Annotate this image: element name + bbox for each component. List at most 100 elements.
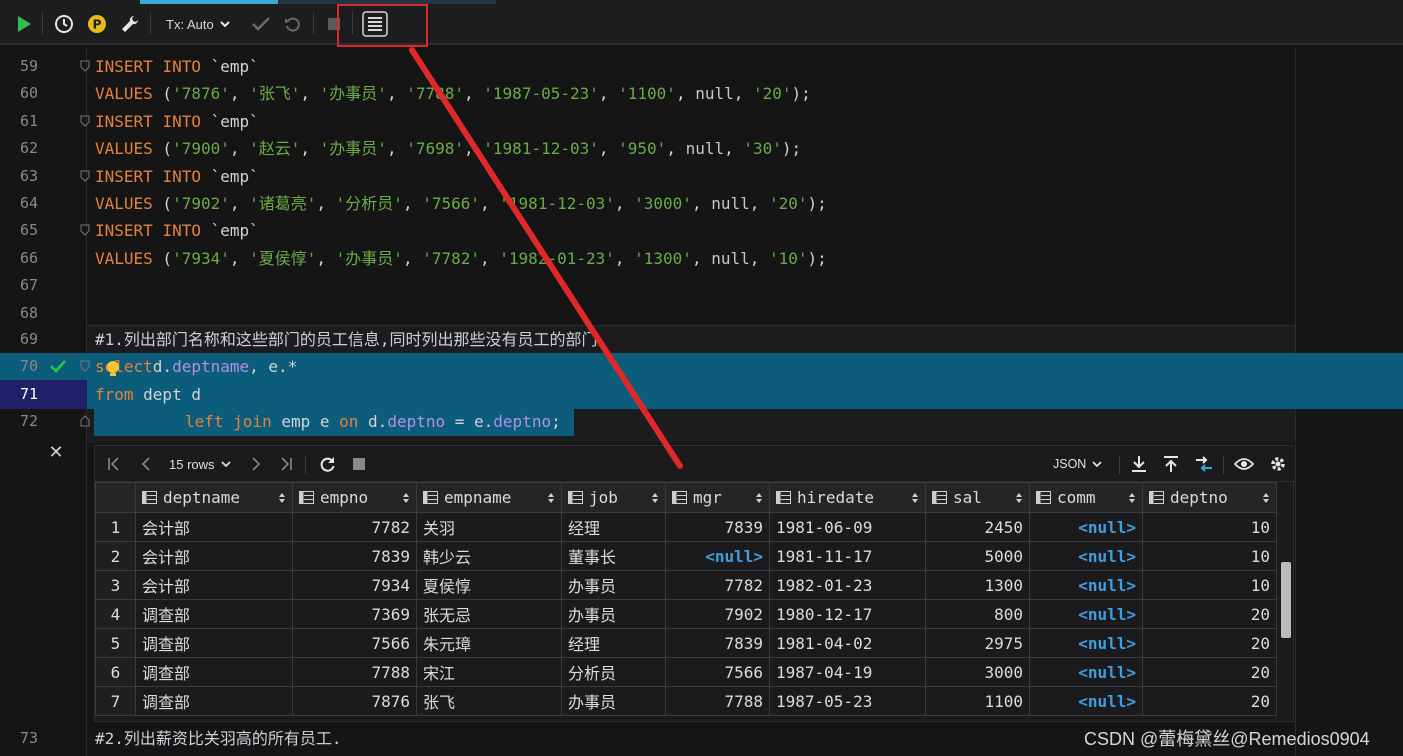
cell-hiredate[interactable]: 1987-04-19 bbox=[769, 657, 926, 687]
table-row[interactable]: 4 调查部 7369 张无忌 办事员 7902 1980-12-17 800 <null> 20 bbox=[95, 599, 1277, 629]
cell-mgr[interactable]: 7839 bbox=[665, 628, 770, 658]
cell-job[interactable]: 办事员 bbox=[561, 599, 666, 629]
fold-icon[interactable] bbox=[80, 224, 90, 237]
cell-comm[interactable]: <null> bbox=[1029, 657, 1143, 687]
table-row[interactable]: 1 会计部 7782 关羽 经理 7839 1981-06-09 2450 <null> 10 bbox=[95, 512, 1277, 542]
cell-deptname[interactable]: 调查部 bbox=[135, 657, 293, 687]
settings-button[interactable] bbox=[119, 10, 141, 38]
export-format-dropdown[interactable]: JSON bbox=[1053, 454, 1102, 474]
import-button[interactable] bbox=[1161, 454, 1181, 474]
transaction-mode-dropdown[interactable]: Tx: Auto bbox=[166, 12, 230, 36]
cell-mgr[interactable]: <null> bbox=[665, 541, 770, 571]
cell-job[interactable]: 经理 bbox=[561, 628, 666, 658]
cell-empname[interactable]: 张飞 bbox=[416, 686, 562, 716]
cell-mgr[interactable]: 7566 bbox=[665, 657, 770, 687]
cell-sal[interactable]: 1300 bbox=[925, 570, 1030, 600]
table-row[interactable]: 2 会计部 7839 韩少云 董事长 <null> 1981-11-17 5000 <null>… bbox=[95, 541, 1277, 571]
cell-deptno[interactable]: 10 bbox=[1142, 541, 1277, 571]
fold-icon[interactable] bbox=[80, 170, 90, 182]
sort-icon[interactable] bbox=[755, 492, 763, 504]
column-header-deptno[interactable]: deptno bbox=[1142, 482, 1277, 513]
cell-comm[interactable]: <null> bbox=[1029, 599, 1143, 629]
cell-hiredate[interactable]: 1980-12-17 bbox=[769, 599, 926, 629]
cell-job[interactable]: 办事员 bbox=[561, 686, 666, 716]
cell-empname[interactable]: 夏侯惇 bbox=[416, 570, 562, 600]
sort-icon[interactable] bbox=[402, 492, 410, 504]
cell-mgr[interactable]: 7839 bbox=[665, 512, 770, 542]
column-header-job[interactable]: job bbox=[561, 482, 666, 513]
cell-deptname[interactable]: 会计部 bbox=[135, 541, 293, 571]
cell-deptname[interactable]: 调查部 bbox=[135, 686, 293, 716]
cell-mgr[interactable]: 7902 bbox=[665, 599, 770, 629]
rows-count-dropdown[interactable]: 15 rows bbox=[169, 454, 231, 474]
cell-empname[interactable]: 韩少云 bbox=[416, 541, 562, 571]
sort-icon[interactable] bbox=[547, 492, 555, 504]
column-header-empno[interactable]: empno bbox=[292, 482, 417, 513]
cell-empno[interactable]: 7566 bbox=[292, 628, 417, 658]
cell-comm[interactable]: <null> bbox=[1029, 570, 1143, 600]
cell-sal[interactable]: 800 bbox=[925, 599, 1030, 629]
cell-hiredate[interactable]: 1981-06-09 bbox=[769, 512, 926, 542]
sort-icon[interactable] bbox=[1015, 492, 1023, 504]
fold-icon[interactable] bbox=[80, 415, 90, 427]
run-button[interactable] bbox=[14, 10, 34, 38]
cell-deptno[interactable]: 20 bbox=[1142, 599, 1277, 629]
profile-button[interactable]: P bbox=[86, 10, 108, 38]
export-button[interactable] bbox=[1129, 454, 1149, 474]
cell-empno[interactable]: 7876 bbox=[292, 686, 417, 716]
cell-job[interactable]: 分析员 bbox=[561, 657, 666, 687]
sort-icon[interactable] bbox=[1262, 492, 1270, 504]
refresh-button[interactable] bbox=[317, 454, 337, 474]
table-row[interactable]: 6 调查部 7788 宋江 分析员 7566 1987-04-19 3000 <null> 20 bbox=[95, 657, 1277, 687]
rollback-button[interactable] bbox=[282, 10, 304, 38]
table-row[interactable]: 3 会计部 7934 夏侯惇 办事员 7782 1982-01-23 1300 <null> 10 bbox=[95, 570, 1277, 600]
cell-empname[interactable]: 宋江 bbox=[416, 657, 562, 687]
cell-empno[interactable]: 7369 bbox=[292, 599, 417, 629]
sort-icon[interactable] bbox=[1128, 492, 1136, 504]
cell-hiredate[interactable]: 1987-05-23 bbox=[769, 686, 926, 716]
column-header-comm[interactable]: comm bbox=[1029, 482, 1143, 513]
cell-job[interactable]: 经理 bbox=[561, 512, 666, 542]
first-page-button[interactable] bbox=[105, 454, 123, 474]
cell-sal[interactable]: 3000 bbox=[925, 657, 1030, 687]
column-header-deptname[interactable]: deptname bbox=[135, 482, 293, 513]
cell-mgr[interactable]: 7782 bbox=[665, 570, 770, 600]
view-button[interactable] bbox=[1233, 454, 1255, 474]
cell-hiredate[interactable]: 1982-01-23 bbox=[769, 570, 926, 600]
sort-icon[interactable] bbox=[911, 492, 919, 504]
table-row[interactable]: 5 调查部 7566 朱元璋 经理 7839 1981-04-02 2975 <null> 20 bbox=[95, 628, 1277, 658]
cell-empno[interactable]: 7788 bbox=[292, 657, 417, 687]
cell-comm[interactable]: <null> bbox=[1029, 512, 1143, 542]
close-results-icon[interactable]: ✕ bbox=[48, 444, 64, 462]
cell-empname[interactable]: 朱元璋 bbox=[416, 628, 562, 658]
next-page-button[interactable] bbox=[247, 454, 265, 474]
compare-button[interactable] bbox=[1193, 454, 1215, 474]
cell-deptno[interactable]: 10 bbox=[1142, 570, 1277, 600]
fold-icon[interactable] bbox=[80, 360, 90, 372]
last-page-button[interactable] bbox=[277, 454, 295, 474]
result-settings-button[interactable] bbox=[1267, 454, 1289, 474]
cell-empno[interactable]: 7934 bbox=[292, 570, 417, 600]
cell-deptno[interactable]: 20 bbox=[1142, 628, 1277, 658]
sort-icon[interactable] bbox=[651, 492, 659, 504]
column-header-mgr[interactable]: mgr bbox=[665, 482, 770, 513]
cell-empno[interactable]: 7782 bbox=[292, 512, 417, 542]
cell-job[interactable]: 董事长 bbox=[561, 541, 666, 571]
cell-empno[interactable]: 7839 bbox=[292, 541, 417, 571]
cell-deptname[interactable]: 调查部 bbox=[135, 599, 293, 629]
cell-hiredate[interactable]: 1981-11-17 bbox=[769, 541, 926, 571]
cell-empname[interactable]: 张无忌 bbox=[416, 599, 562, 629]
history-button[interactable] bbox=[53, 10, 75, 38]
cell-job[interactable]: 办事员 bbox=[561, 570, 666, 600]
column-header-empname[interactable]: empname bbox=[416, 482, 562, 513]
cell-mgr[interactable]: 7788 bbox=[665, 686, 770, 716]
results-scrollbar[interactable] bbox=[1281, 562, 1291, 638]
cell-deptname[interactable]: 调查部 bbox=[135, 628, 293, 658]
cell-hiredate[interactable]: 1981-04-02 bbox=[769, 628, 926, 658]
commit-button[interactable] bbox=[250, 10, 272, 38]
fold-icon[interactable] bbox=[80, 115, 90, 127]
cell-sal[interactable]: 2450 bbox=[925, 512, 1030, 542]
cell-comm[interactable]: <null> bbox=[1029, 628, 1143, 658]
cell-deptno[interactable]: 20 bbox=[1142, 686, 1277, 716]
fold-icon[interactable] bbox=[80, 60, 90, 72]
